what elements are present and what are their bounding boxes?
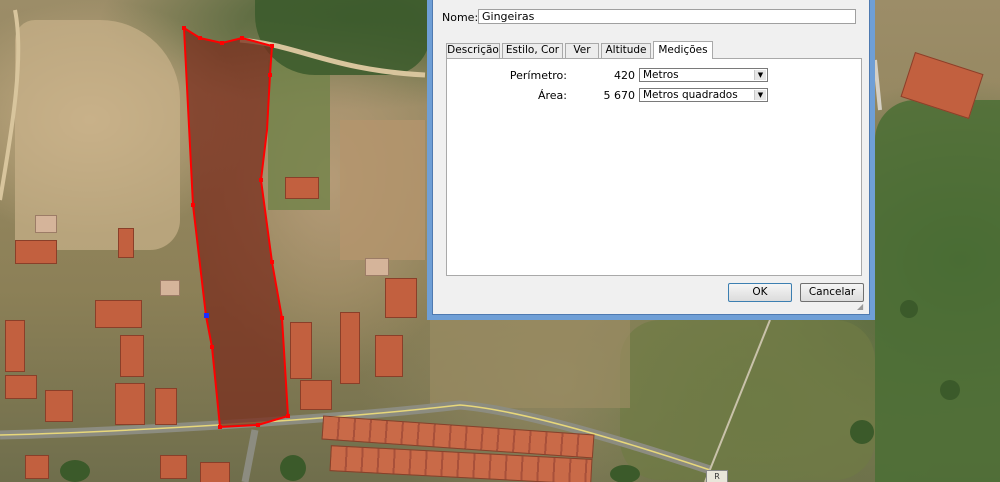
vertex-handle	[218, 425, 222, 429]
measurements-panel: Perímetro: 420 Metros ▼ Área: 5 670 Metr…	[446, 58, 862, 276]
vertex-handle	[270, 260, 274, 264]
chevron-down-icon[interactable]: ▼	[754, 70, 766, 80]
vertex-handle	[268, 73, 272, 77]
tab-measurements[interactable]: Medições	[653, 41, 713, 59]
name-input[interactable]: Gingeiras	[478, 9, 856, 24]
properties-dialog: Nome: Gingeiras Descrição Estilo, Cor Ve…	[427, 0, 875, 320]
vertex-handle	[259, 178, 263, 182]
vertex-handle	[270, 44, 274, 48]
vertex-handle	[182, 26, 186, 30]
vertex-handle	[286, 414, 290, 418]
perimeter-value: 420	[614, 69, 635, 82]
tab-altitude[interactable]: Altitude	[601, 43, 651, 58]
cancel-button[interactable]: Cancelar	[800, 283, 864, 302]
vertex-handle	[220, 41, 224, 45]
polygon-area	[182, 26, 290, 429]
perimeter-label: Perímetro:	[509, 69, 567, 82]
tab-view[interactable]: Ver	[565, 43, 599, 58]
selected-vertex-handle	[204, 313, 209, 318]
resize-grip-icon[interactable]: ◢	[857, 302, 867, 312]
dialog-body: Nome: Gingeiras Descrição Estilo, Cor Ve…	[432, 0, 870, 315]
perimeter-unit-value: Metros	[643, 69, 679, 81]
vertex-handle	[210, 345, 214, 349]
road-label: R	[706, 470, 728, 482]
vertex-handle	[256, 423, 260, 427]
area-unit-select[interactable]: Metros quadrados ▼	[639, 88, 768, 102]
ok-button[interactable]: OK	[728, 283, 792, 302]
tab-description[interactable]: Descrição	[446, 43, 500, 58]
name-label: Nome:	[442, 11, 479, 24]
tab-style-color[interactable]: Estilo, Cor	[502, 43, 563, 58]
perimeter-unit-select[interactable]: Metros ▼	[639, 68, 768, 82]
vertex-handle	[198, 36, 202, 40]
area-label: Área:	[537, 89, 567, 102]
vertex-handle	[191, 203, 195, 207]
chevron-down-icon[interactable]: ▼	[754, 90, 766, 100]
vertex-handle	[240, 36, 244, 40]
vertex-handle	[280, 316, 284, 320]
area-value: 5 670	[603, 89, 636, 102]
area-unit-value: Metros quadrados	[643, 89, 738, 101]
